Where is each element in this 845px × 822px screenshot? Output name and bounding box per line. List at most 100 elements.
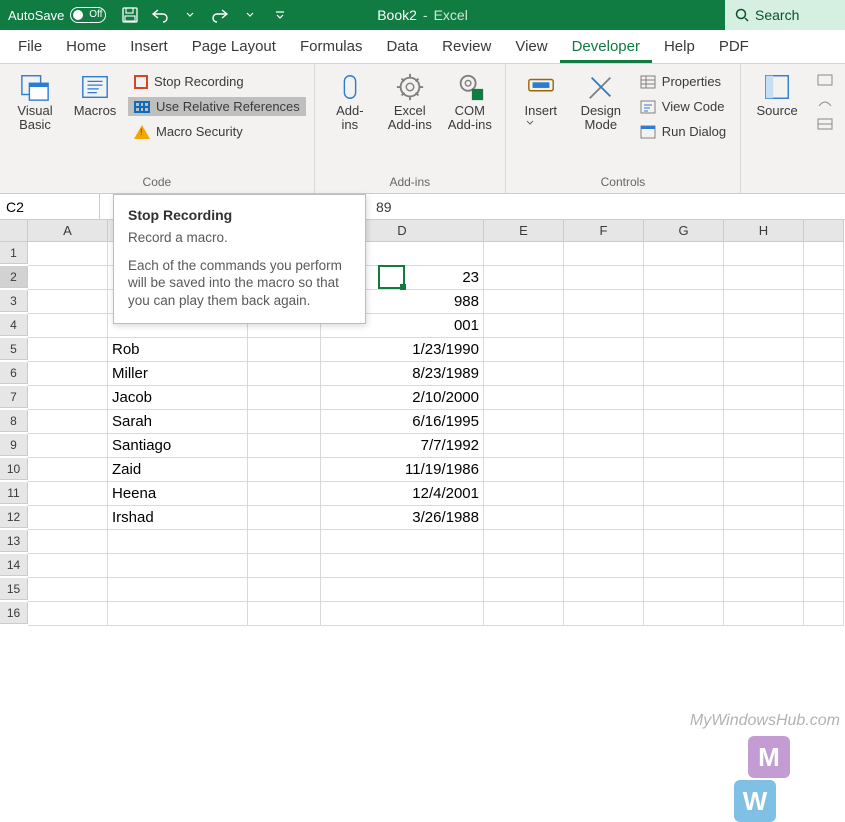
tab-data[interactable]: Data — [374, 32, 430, 63]
tab-review[interactable]: Review — [430, 32, 503, 63]
cell-extra-10[interactable] — [804, 458, 844, 482]
cell-F1[interactable] — [564, 242, 644, 266]
cell-H12[interactable] — [724, 506, 804, 530]
tab-home[interactable]: Home — [54, 32, 118, 63]
cell-G4[interactable] — [644, 314, 724, 338]
cell-A1[interactable] — [28, 242, 108, 266]
tab-formulas[interactable]: Formulas — [288, 32, 375, 63]
cell-E2[interactable] — [484, 266, 564, 290]
cell-C10[interactable] — [248, 458, 321, 482]
row-header-4[interactable]: 4 — [0, 314, 28, 336]
cell-G11[interactable] — [644, 482, 724, 506]
cell-A5[interactable] — [28, 338, 108, 362]
cell-H4[interactable] — [724, 314, 804, 338]
column-header-extra[interactable] — [804, 220, 844, 242]
cell-C14[interactable] — [248, 554, 321, 578]
cell-D16[interactable] — [321, 602, 484, 626]
cell-extra-1[interactable] — [804, 242, 844, 266]
column-header-E[interactable]: E — [484, 220, 564, 242]
undo-dropdown-icon[interactable] — [180, 5, 200, 25]
cell-D14[interactable] — [321, 554, 484, 578]
cell-C16[interactable] — [248, 602, 321, 626]
row-header-7[interactable]: 7 — [0, 386, 28, 408]
cell-D5[interactable]: 1/23/1990 — [321, 338, 484, 362]
cell-E15[interactable] — [484, 578, 564, 602]
row-header-1[interactable]: 1 — [0, 242, 28, 264]
cell-G6[interactable] — [644, 362, 724, 386]
redo-icon[interactable] — [210, 5, 230, 25]
column-header-G[interactable]: G — [644, 220, 724, 242]
run-dialog-button[interactable]: Run Dialog — [634, 122, 732, 141]
cell-D10[interactable]: 11/19/1986 — [321, 458, 484, 482]
cell-B11[interactable]: Heena — [108, 482, 248, 506]
cell-F12[interactable] — [564, 506, 644, 530]
cell-F8[interactable] — [564, 410, 644, 434]
cell-A10[interactable] — [28, 458, 108, 482]
cell-extra-12[interactable] — [804, 506, 844, 530]
insert-control-button[interactable]: Insert — [514, 68, 568, 173]
cell-extra-13[interactable] — [804, 530, 844, 554]
cell-F15[interactable] — [564, 578, 644, 602]
cell-G15[interactable] — [644, 578, 724, 602]
cell-G9[interactable] — [644, 434, 724, 458]
row-header-9[interactable]: 9 — [0, 434, 28, 456]
cell-D11[interactable]: 12/4/2001 — [321, 482, 484, 506]
cell-B8[interactable]: Sarah — [108, 410, 248, 434]
stop-recording-button[interactable]: Stop Recording — [128, 72, 306, 91]
cell-extra-6[interactable] — [804, 362, 844, 386]
cell-F9[interactable] — [564, 434, 644, 458]
cell-F7[interactable] — [564, 386, 644, 410]
row-header-10[interactable]: 10 — [0, 458, 28, 480]
cell-F10[interactable] — [564, 458, 644, 482]
column-header-A[interactable]: A — [28, 220, 108, 242]
visual-basic-button[interactable]: Visual Basic — [8, 68, 62, 173]
column-header-F[interactable]: F — [564, 220, 644, 242]
cell-G2[interactable] — [644, 266, 724, 290]
cell-extra-4[interactable] — [804, 314, 844, 338]
cell-H8[interactable] — [724, 410, 804, 434]
cell-F14[interactable] — [564, 554, 644, 578]
cell-H2[interactable] — [724, 266, 804, 290]
tab-pdf[interactable]: PDF — [707, 32, 761, 63]
cell-G3[interactable] — [644, 290, 724, 314]
cell-E5[interactable] — [484, 338, 564, 362]
cell-B6[interactable]: Miller — [108, 362, 248, 386]
row-header-3[interactable]: 3 — [0, 290, 28, 312]
cell-G7[interactable] — [644, 386, 724, 410]
cell-extra-15[interactable] — [804, 578, 844, 602]
cell-extra-14[interactable] — [804, 554, 844, 578]
cell-H6[interactable] — [724, 362, 804, 386]
cell-F5[interactable] — [564, 338, 644, 362]
cell-G5[interactable] — [644, 338, 724, 362]
formula-content[interactable]: 89 — [362, 199, 392, 215]
tab-help[interactable]: Help — [652, 32, 707, 63]
cell-extra-16[interactable] — [804, 602, 844, 626]
cell-E12[interactable] — [484, 506, 564, 530]
cell-C6[interactable] — [248, 362, 321, 386]
cell-A8[interactable] — [28, 410, 108, 434]
row-header-11[interactable]: 11 — [0, 482, 28, 504]
cell-extra-9[interactable] — [804, 434, 844, 458]
cell-H5[interactable] — [724, 338, 804, 362]
cell-A15[interactable] — [28, 578, 108, 602]
cell-B7[interactable]: Jacob — [108, 386, 248, 410]
cell-B10[interactable]: Zaid — [108, 458, 248, 482]
macro-security-button[interactable]: Macro Security — [128, 122, 306, 141]
cell-C13[interactable] — [248, 530, 321, 554]
cell-H15[interactable] — [724, 578, 804, 602]
cell-G1[interactable] — [644, 242, 724, 266]
tab-page-layout[interactable]: Page Layout — [180, 32, 288, 63]
cell-H7[interactable] — [724, 386, 804, 410]
name-box[interactable]: C2 — [0, 194, 100, 219]
row-header-8[interactable]: 8 — [0, 410, 28, 432]
cell-A7[interactable] — [28, 386, 108, 410]
cell-C7[interactable] — [248, 386, 321, 410]
cell-A6[interactable] — [28, 362, 108, 386]
redo-dropdown-icon[interactable] — [240, 5, 260, 25]
cell-A4[interactable] — [28, 314, 108, 338]
xml-extra-3[interactable] — [811, 116, 839, 132]
cell-E6[interactable] — [484, 362, 564, 386]
design-mode-button[interactable]: Design Mode — [574, 68, 628, 173]
cell-G13[interactable] — [644, 530, 724, 554]
cell-A9[interactable] — [28, 434, 108, 458]
